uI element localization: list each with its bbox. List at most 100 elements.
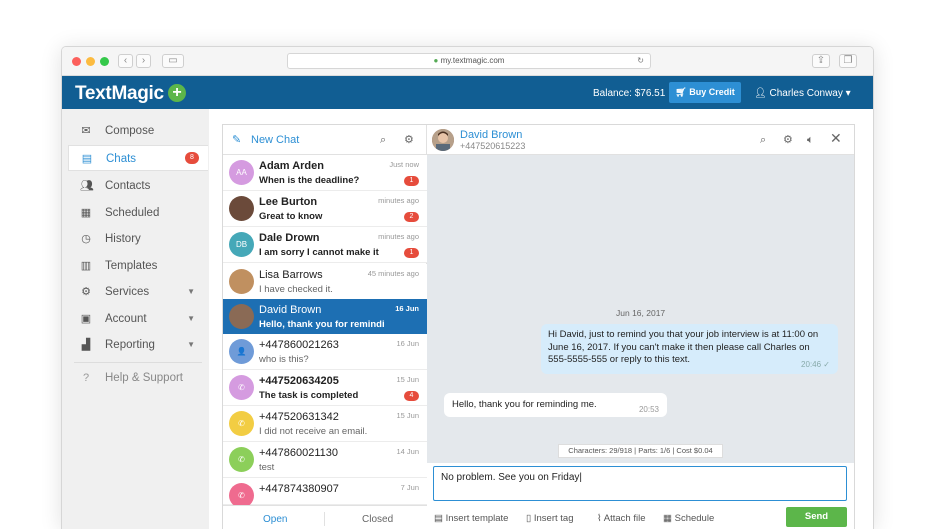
chat-name: +447860021263	[259, 339, 339, 351]
chat-time: 15 Jun	[396, 411, 419, 420]
chat-name: Lisa Barrows	[259, 269, 323, 281]
insert-template-button[interactable]: ▤ Insert template	[434, 513, 508, 524]
cart-icon: 🛒︎	[675, 87, 687, 97]
avatar	[229, 304, 254, 329]
avatar	[229, 269, 254, 294]
search-icon[interactable]: ⌕	[760, 134, 766, 146]
balance: Balance: $76.51	[593, 88, 666, 99]
calendar-icon: ▦	[80, 207, 92, 219]
sidebar-item-help[interactable]: ? Help & Support	[68, 365, 208, 391]
chat-preview: test	[259, 462, 275, 473]
speaker-icon[interactable]: 🔈︎	[807, 134, 814, 146]
insert-template-label: Insert template	[445, 513, 509, 524]
chevron-down-icon: ▼	[187, 314, 195, 323]
sidebar-item-contacts[interactable]: 👥︎ Contacts	[68, 173, 208, 199]
chat-name: Adam Arden	[259, 160, 324, 172]
sidebar-item-history[interactable]: ◷ History	[68, 226, 208, 252]
close-window-button[interactable]	[72, 57, 81, 66]
sidebar-item-services[interactable]: ⚙ Services ▼	[68, 279, 208, 305]
chat-row[interactable]: ✆ +447874380907 7 Jun	[223, 478, 427, 508]
sidebar-item-scheduled[interactable]: ▦ Scheduled	[68, 200, 208, 226]
tabs-icon[interactable]: ❐	[839, 54, 857, 68]
sidebar-item-chats[interactable]: ▤ Chats 8	[68, 145, 208, 171]
send-button[interactable]: Send	[786, 507, 847, 527]
chat-row[interactable]: Lisa Barrows I have checked it. 45 minutes…	[223, 264, 427, 300]
chat-row[interactable]: Lee Burton Great to know minutes ago 2	[223, 191, 427, 227]
gear-icon[interactable]: ⚙	[404, 134, 414, 146]
chat-time: minutes ago	[378, 232, 419, 241]
browser-window: ‹ › ▭ ● my.textmagic.com ↻ ⇪ ❐ TextMagic …	[61, 46, 874, 529]
message-time: 20:46 ✓	[801, 359, 830, 369]
browser-chrome: ‹ › ▭ ● my.textmagic.com ↻ ⇪ ❐	[62, 47, 873, 76]
chat-time: Just now	[389, 160, 419, 169]
sidebar: ✉ Compose ▤ Chats 8 👥︎ Contacts ▦ Scheduled ◷…	[62, 109, 209, 529]
sidebar-item-label: Contacts	[105, 180, 151, 192]
chat-name: Lee Burton	[259, 196, 318, 208]
avatar-photo	[432, 129, 454, 151]
calendar-icon: ▦	[663, 513, 672, 524]
chat-row[interactable]: ✆ +447860021130 test 14 Jun	[223, 442, 427, 478]
sidebar-item-account[interactable]: ▣ Account ▼	[68, 306, 208, 332]
chat-preview: Great to know	[259, 211, 323, 222]
tag-icon: ▯	[526, 513, 532, 524]
chat-row[interactable]: David Brown Hello, thank you for remindin…	[223, 299, 427, 335]
sidebar-toggle-icon[interactable]: ▭	[162, 54, 184, 68]
message-input[interactable]: No problem. See you on Friday|	[433, 466, 847, 501]
chat-preview: When is the deadline?	[259, 175, 360, 186]
contact-name[interactable]: David Brown	[460, 129, 522, 141]
sidebar-item-templates[interactable]: ▥ Templates	[68, 253, 208, 279]
chat-time: 14 Jun	[396, 447, 419, 456]
back-icon[interactable]: ‹	[118, 54, 133, 68]
insert-tag-button[interactable]: ▯ Insert tag	[526, 513, 573, 524]
conversation-header: David Brown +447520615223 ⌕ ⚙ 🔈︎ ✕	[427, 125, 854, 155]
avatar: ✆	[229, 375, 254, 400]
contacts-icon: 👥︎	[80, 180, 94, 192]
maximize-window-button[interactable]	[100, 57, 109, 66]
minimize-window-button[interactable]	[86, 57, 95, 66]
sidebar-item-compose[interactable]: ✉ Compose	[68, 118, 208, 144]
services-icon: ⚙	[81, 286, 91, 298]
add-icon[interactable]: +	[168, 84, 186, 102]
sidebar-item-label: Compose	[105, 125, 155, 137]
contact-phone: +447520615223	[460, 141, 526, 151]
sidebar-item-reporting[interactable]: ▟ Reporting ▼	[68, 332, 208, 358]
share-icon[interactable]: ⇪	[812, 54, 830, 68]
tab-open[interactable]: Open	[263, 514, 287, 525]
chat-preview: The task is completed	[259, 390, 359, 401]
buy-credit-button[interactable]: 🛒︎ Buy Credit	[669, 82, 741, 103]
unread-badge: 1	[404, 176, 419, 186]
chat-row[interactable]: 👤 +447860021263 who is this? 16 Jun	[223, 334, 427, 370]
chat-row[interactable]: ✆ +447520631342 I did not receive an email…	[223, 406, 427, 442]
template-icon: ▤	[434, 513, 443, 524]
gear-icon[interactable]: ⚙	[783, 134, 793, 146]
forward-icon[interactable]: ›	[136, 54, 151, 68]
attach-file-button[interactable]: ⌇ Attach file	[597, 513, 645, 524]
chat-preview: I have checked it.	[259, 284, 333, 295]
history-icon: ◷	[81, 233, 91, 245]
chat-list-header: ✎ New Chat ⌕ ⚙	[223, 125, 427, 155]
paperclip-icon: ⌇	[597, 513, 602, 524]
search-icon[interactable]: ⌕	[380, 134, 386, 146]
chat-row[interactable]: AA Adam Arden When is the deadline? Just no…	[223, 155, 427, 191]
chat-time: 45 minutes ago	[367, 269, 419, 278]
avatar: ✆	[229, 447, 254, 472]
logo[interactable]: TextMagic	[75, 83, 164, 105]
schedule-button[interactable]: ▦ Schedule	[663, 513, 714, 524]
sidebar-item-label: Templates	[105, 260, 158, 272]
close-icon[interactable]: ✕	[830, 131, 842, 145]
new-chat-button[interactable]: New Chat	[251, 134, 299, 146]
tab-closed[interactable]: Closed	[362, 514, 393, 525]
address-bar[interactable]: ● my.textmagic.com ↻	[287, 53, 651, 69]
chat-preview: I am sorry I cannot make it	[259, 247, 379, 258]
attach-file-label: Attach file	[603, 513, 646, 524]
chat-preview: Hello, thank you for remindin...	[259, 319, 384, 330]
insert-tag-label: Insert tag	[533, 513, 574, 524]
incoming-message: Hello, thank you for reminding me. 20:53	[444, 393, 667, 417]
user-menu[interactable]: 👤︎ Charles Conway ▾	[754, 88, 851, 99]
chat-time: 7 Jun	[400, 483, 419, 492]
reload-icon[interactable]: ↻	[637, 54, 644, 68]
new-chat-icon[interactable]: ✎	[232, 134, 241, 146]
chat-row[interactable]: DB Dale Drown I am sorry I cannot make it m…	[223, 227, 427, 263]
chat-row[interactable]: ✆ +447520634205 The task is completed 15 Ju…	[223, 370, 427, 406]
sidebar-item-label: Reporting	[105, 339, 155, 351]
